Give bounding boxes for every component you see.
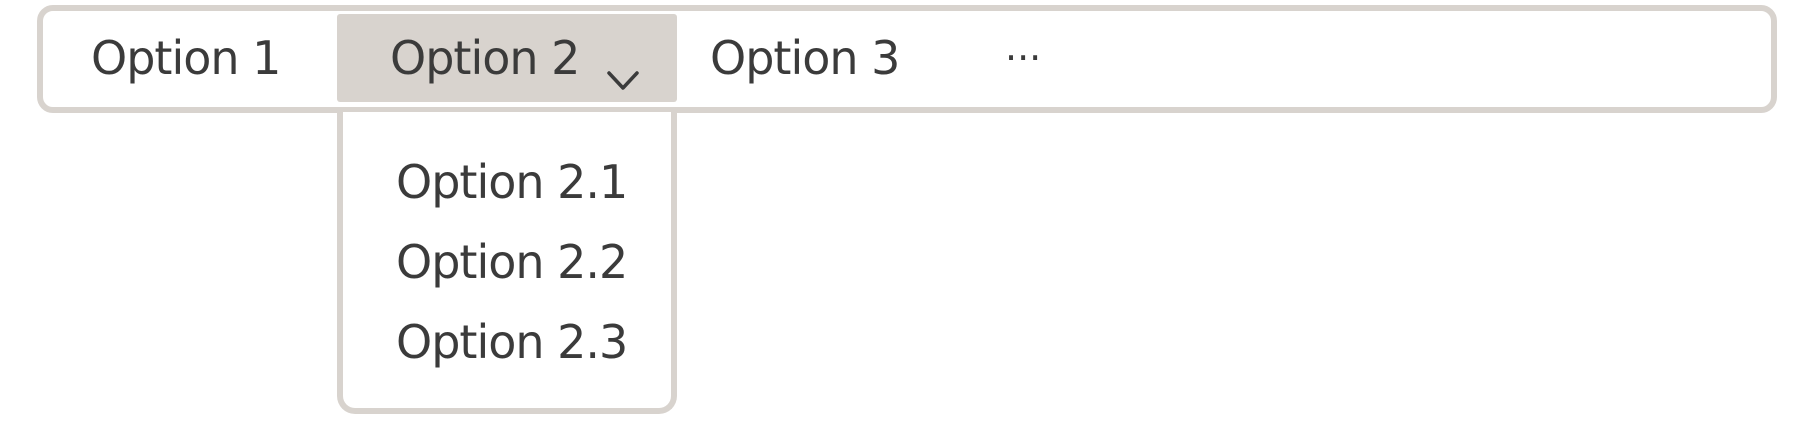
submenu-dropdown: Option 2.1 Option 2.2 Option 2.3	[337, 112, 677, 414]
submenu-item-option-2-3[interactable]: Option 2.3	[396, 312, 628, 372]
menu-item-option-3[interactable]: Option 3	[710, 14, 900, 102]
menu-bar	[37, 5, 1777, 113]
submenu-item-option-2-1[interactable]: Option 2.1	[396, 152, 628, 212]
menu-item-label: Option 2	[390, 31, 580, 85]
menu-item-label: Option 1	[91, 31, 281, 85]
menu-item-option-2[interactable]: Option 2	[337, 14, 677, 102]
chevron-down-icon	[605, 50, 641, 90]
menu-item-option-1[interactable]: Option 1	[91, 14, 281, 102]
more-menu-button[interactable]: ···	[1005, 14, 1041, 102]
more-label: ···	[1005, 36, 1042, 80]
menu-item-label: Option 3	[710, 31, 900, 85]
submenu-item-option-2-2[interactable]: Option 2.2	[396, 232, 628, 292]
